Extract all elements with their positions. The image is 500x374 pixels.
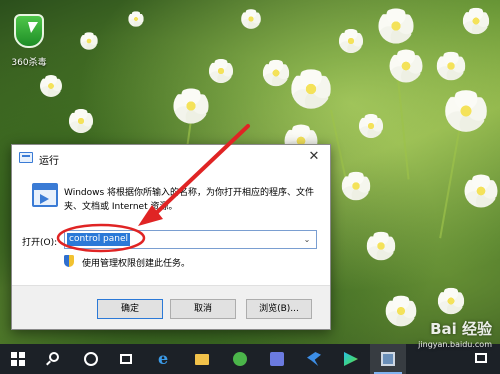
360-security-icon xyxy=(233,352,247,366)
taskbar-item-calculator[interactable] xyxy=(259,344,295,374)
media-player-icon xyxy=(344,352,358,366)
cancel-button[interactable]: 取消 xyxy=(170,299,236,319)
dialog-titlebar[interactable]: 运行 ✕ xyxy=(12,145,330,171)
chevron-down-icon[interactable]: ⌄ xyxy=(301,233,313,246)
edge-icon: e xyxy=(158,349,169,368)
taskbar-item-search[interactable] xyxy=(36,344,72,374)
watermark: Bai 经验 jingyan.baidu.com xyxy=(418,318,492,349)
open-combobox[interactable]: control panel ⌄ xyxy=(64,230,317,249)
desktop-icon-label: 360杀毒 xyxy=(11,58,47,68)
start-icon xyxy=(11,352,25,366)
watermark-url: jingyan.baidu.com xyxy=(418,340,492,349)
dialog-description: Windows 将根据你所输入的名称，为你打开相应的程序、文件夹、文档或 Int… xyxy=(64,188,315,212)
taskbar-item-360-security[interactable] xyxy=(222,344,258,374)
admin-rights-note: 使用管理权限创建此任务。 xyxy=(82,259,191,269)
taskbar-item-file-explorer[interactable] xyxy=(184,344,220,374)
task-view-icon xyxy=(120,354,132,364)
bird-app-icon xyxy=(307,352,321,366)
dialog-button-bar: 确定 取消 浏览(B)... xyxy=(12,285,330,329)
watermark-logo: Bai 经验 xyxy=(430,320,492,338)
desktop-icon-360-antivirus[interactable]: 360杀毒 xyxy=(6,14,52,72)
calculator-icon xyxy=(270,352,284,366)
run-icon xyxy=(19,152,33,163)
notification-icon xyxy=(475,353,487,363)
taskbar-item-bird-app[interactable] xyxy=(296,344,332,374)
taskbar-item-cortana[interactable] xyxy=(73,344,109,374)
taskbar-item-task-view[interactable] xyxy=(109,344,145,374)
search-icon xyxy=(49,352,59,362)
taskbar-item-edge[interactable]: e xyxy=(147,344,183,374)
uac-shield-icon xyxy=(64,255,74,267)
dialog-title: 运行 xyxy=(39,156,59,167)
taskbar-item-media-player[interactable] xyxy=(333,344,369,374)
file-explorer-icon xyxy=(195,354,209,365)
close-button[interactable]: ✕ xyxy=(299,145,329,169)
run-dialog: 运行 ✕ Windows 将根据你所输入的名称，为你打开相应的程序、文件夹、文档… xyxy=(11,144,331,330)
taskbar-item-start[interactable] xyxy=(0,344,36,374)
open-label: 打开(O): xyxy=(22,238,58,248)
360-antivirus-shield-icon xyxy=(14,14,44,48)
open-input-value[interactable]: control panel xyxy=(67,233,131,246)
ok-button[interactable]: 确定 xyxy=(97,299,163,319)
active-window-icon xyxy=(381,352,395,366)
cortana-icon xyxy=(84,352,98,366)
taskbar-item-active-window[interactable] xyxy=(370,344,406,374)
browse-button[interactable]: 浏览(B)... xyxy=(246,299,312,319)
run-program-icon xyxy=(32,183,58,207)
